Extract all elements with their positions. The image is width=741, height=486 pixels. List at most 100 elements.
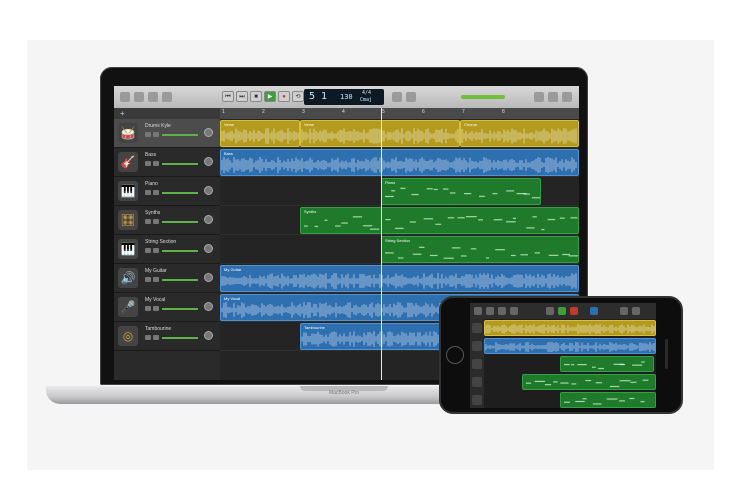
fx-icon[interactable] bbox=[510, 307, 518, 315]
volume-fader[interactable] bbox=[162, 163, 198, 165]
lane-strings: String Section bbox=[220, 235, 579, 264]
headphones-button[interactable] bbox=[153, 190, 159, 195]
track-header-tambourine[interactable]: ◎ Tambourine bbox=[114, 322, 220, 351]
notepad-icon[interactable] bbox=[534, 92, 544, 102]
pan-knob[interactable] bbox=[204, 273, 213, 282]
midi-region[interactable] bbox=[560, 356, 654, 372]
midi-note bbox=[526, 227, 535, 229]
rewind-button[interactable]: ⏮ bbox=[222, 91, 234, 102]
mute-button[interactable] bbox=[145, 219, 151, 224]
volume-fader[interactable] bbox=[162, 221, 198, 223]
drummer-region[interactable]: Verse bbox=[300, 120, 460, 147]
pan-knob[interactable] bbox=[204, 215, 213, 224]
audio-region[interactable]: My Guitar bbox=[220, 265, 579, 292]
my-songs-icon[interactable] bbox=[474, 307, 482, 315]
volume-fader[interactable] bbox=[162, 337, 198, 339]
play-button[interactable]: ▶ bbox=[264, 91, 276, 102]
audio-region[interactable] bbox=[484, 338, 656, 354]
pan-knob[interactable] bbox=[204, 302, 213, 311]
settings-gear-icon[interactable] bbox=[632, 307, 640, 315]
pan-knob[interactable] bbox=[204, 157, 213, 166]
bass-guitar-icon[interactable] bbox=[472, 341, 482, 351]
piano-icon[interactable] bbox=[472, 359, 482, 369]
headphones-button[interactable] bbox=[153, 306, 159, 311]
pan-knob[interactable] bbox=[204, 128, 213, 137]
editors-scissors-icon[interactable] bbox=[162, 92, 172, 102]
track-header-synths[interactable]: 🎛 Synths bbox=[114, 206, 220, 235]
mute-button[interactable] bbox=[145, 161, 151, 166]
midi-region[interactable]: String Section bbox=[381, 236, 579, 263]
play-icon[interactable] bbox=[558, 307, 566, 315]
tracks-view-icon[interactable] bbox=[498, 307, 506, 315]
playhead[interactable] bbox=[381, 108, 382, 380]
record-icon[interactable] bbox=[570, 307, 578, 315]
mute-button[interactable] bbox=[145, 335, 151, 340]
midi-note bbox=[609, 385, 620, 388]
loop-icon[interactable] bbox=[620, 307, 628, 315]
drum-kit-icon[interactable] bbox=[472, 323, 482, 333]
headphones-button[interactable] bbox=[153, 248, 159, 253]
master-volume-icon[interactable] bbox=[590, 307, 598, 315]
pan-knob[interactable] bbox=[204, 244, 213, 253]
pan-knob[interactable] bbox=[204, 186, 213, 195]
headphones-button[interactable] bbox=[153, 335, 159, 340]
add-track-icon[interactable]: + bbox=[120, 110, 127, 118]
volume-fader[interactable] bbox=[162, 308, 198, 310]
track-header-vocal[interactable]: 🎤 My Vocal bbox=[114, 293, 220, 322]
track-header-guitar[interactable]: 🔊 My Guitar bbox=[114, 264, 220, 293]
track-header-piano[interactable]: 🎹 Piano bbox=[114, 177, 220, 206]
info-icon[interactable] bbox=[134, 92, 144, 102]
track-name: My Guitar bbox=[145, 268, 167, 274]
midi-note bbox=[511, 254, 516, 257]
volume-fader[interactable] bbox=[162, 134, 198, 136]
headphones-button[interactable] bbox=[153, 161, 159, 166]
loop-browser-icon[interactable] bbox=[548, 92, 558, 102]
mute-button[interactable] bbox=[145, 277, 151, 282]
midi-note bbox=[460, 255, 467, 257]
drummer-region[interactable]: Chorus bbox=[460, 120, 579, 147]
pan-knob[interactable] bbox=[204, 331, 213, 340]
mute-button[interactable] bbox=[145, 306, 151, 311]
drummer-region[interactable]: Verse bbox=[220, 120, 300, 147]
midi-note bbox=[423, 218, 434, 220]
volume-fader[interactable] bbox=[162, 279, 198, 281]
drummer-region[interactable] bbox=[484, 320, 656, 336]
library-icon[interactable] bbox=[120, 92, 130, 102]
headphones-button[interactable] bbox=[153, 219, 159, 224]
keyboard-icon[interactable] bbox=[472, 395, 482, 405]
browser-icon[interactable] bbox=[486, 307, 494, 315]
mute-button[interactable] bbox=[145, 132, 151, 137]
volume-fader[interactable] bbox=[162, 192, 198, 194]
stop-icon[interactable] bbox=[546, 307, 554, 315]
midi-region[interactable]: Synths bbox=[300, 207, 579, 234]
smart-controls-icon[interactable] bbox=[148, 92, 158, 102]
track-header-strings[interactable]: 🎹 String Section bbox=[114, 235, 220, 264]
synth-icon[interactable] bbox=[472, 377, 482, 387]
record-button[interactable]: ● bbox=[278, 91, 290, 102]
lcd-display[interactable]: 5 1 130 4/4 Cmaj bbox=[304, 89, 384, 105]
midi-region[interactable] bbox=[522, 374, 656, 390]
midi-note bbox=[560, 382, 569, 384]
track-header-drums[interactable]: 🥁 Drums Kyle bbox=[114, 119, 220, 148]
fast-forward-button[interactable]: ⏭ bbox=[236, 91, 248, 102]
midi-region[interactable]: Piano bbox=[381, 178, 541, 205]
midi-region[interactable] bbox=[560, 392, 656, 408]
track-header-bass[interactable]: 🎸 Bass bbox=[114, 148, 220, 177]
volume-fader[interactable] bbox=[162, 250, 198, 252]
tuner-icon[interactable] bbox=[392, 92, 402, 102]
midi-note bbox=[544, 384, 552, 386]
stop-button[interactable]: ■ bbox=[250, 91, 262, 102]
headphones-button[interactable] bbox=[153, 277, 159, 282]
mute-button[interactable] bbox=[145, 248, 151, 253]
mute-button[interactable] bbox=[145, 190, 151, 195]
media-browser-icon[interactable] bbox=[562, 92, 572, 102]
ruler[interactable]: 1 2 3 4 5 6 7 8 bbox=[220, 108, 579, 119]
ruler-mark: 5 bbox=[382, 109, 385, 115]
count-in-icon[interactable] bbox=[406, 92, 416, 102]
home-button[interactable] bbox=[446, 346, 464, 364]
headphones-button[interactable] bbox=[153, 132, 159, 137]
cycle-button[interactable]: ⟲ bbox=[292, 91, 304, 102]
master-volume-slider[interactable] bbox=[461, 95, 505, 99]
audio-region[interactable]: Bass bbox=[220, 149, 579, 176]
midi-note bbox=[391, 190, 396, 192]
